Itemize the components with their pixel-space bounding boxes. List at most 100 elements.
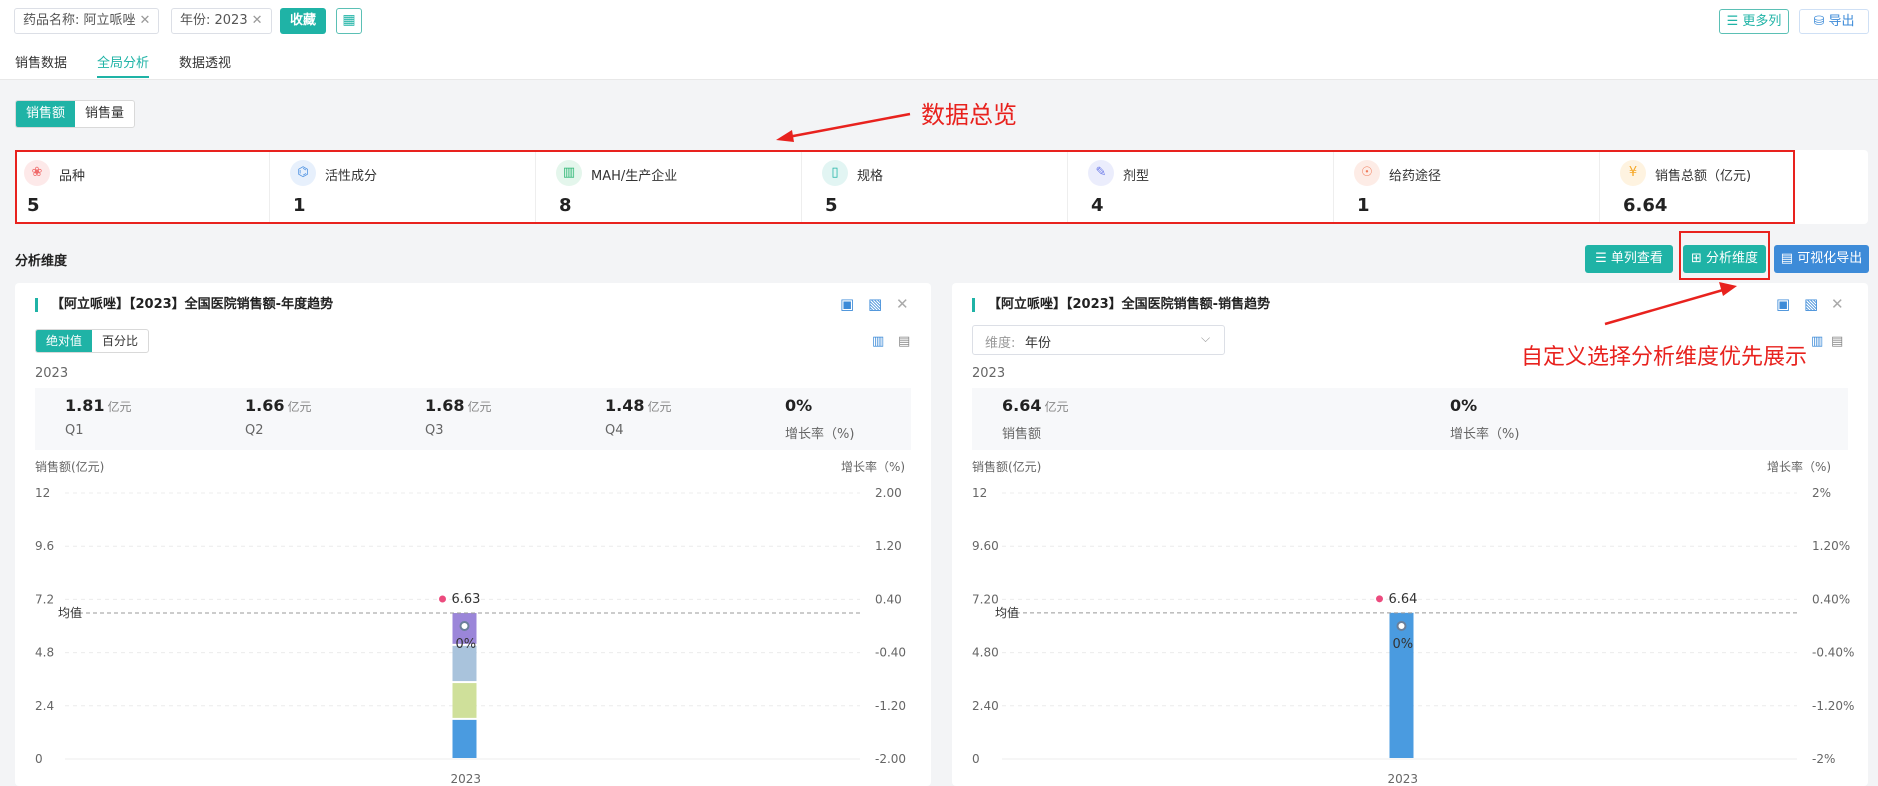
metric-toggle: 销售额 销售量 xyxy=(15,100,136,128)
select-value: 年份 xyxy=(1025,336,1052,351)
kpi-label: 增长率（%) xyxy=(1450,427,1520,442)
y2-tick-label: -0.40% xyxy=(1812,646,1854,660)
x-tick-label: 2023 xyxy=(1388,772,1419,786)
export-button[interactable]: ⛁ 导出 xyxy=(1799,9,1869,34)
database-icon: ⛁ xyxy=(1813,14,1825,29)
y-tick-label: 9.60 xyxy=(972,539,999,553)
chart-export-icon: ▤ xyxy=(1780,251,1794,266)
list-icon: ☰ xyxy=(1726,14,1739,29)
excel-icon[interactable]: ▣ xyxy=(1776,295,1790,313)
total-marker xyxy=(439,595,446,603)
data-label: 6.63 xyxy=(452,592,481,607)
overview-arrow xyxy=(776,112,911,142)
toggle-percent[interactable]: 百分比 xyxy=(92,330,148,352)
visual-export-label: 可视化导出 xyxy=(1797,251,1863,266)
period-label: 2023 xyxy=(972,366,1006,381)
section-title: 分析维度 xyxy=(15,254,68,269)
y2-tick-label: -2.00 xyxy=(875,752,906,766)
tab-pivot[interactable]: 数据透视 xyxy=(179,52,231,71)
bar-segment xyxy=(452,683,477,718)
data-label: 6.64 xyxy=(1389,592,1418,607)
close-icon[interactable]: ✕ xyxy=(896,295,909,313)
excel-icon[interactable]: ▣ xyxy=(840,295,854,313)
y2-tick-label: 0.40% xyxy=(1812,592,1850,606)
growth-point xyxy=(459,621,470,631)
y-tick-label: 4.8 xyxy=(35,646,54,660)
y-tick-label: 4.80 xyxy=(972,646,999,660)
mean-label: 均值 xyxy=(995,605,1019,620)
visual-export-button[interactable]: ▤ 可视化导出 xyxy=(1774,245,1869,273)
right-chart: 0 -2% 2.40 -1.20% 4.80 -0.40% 7.20 0.40% 9.60 1.2… xyxy=(972,486,1854,786)
kpi-unit: 亿元 xyxy=(1044,400,1069,414)
y2-tick-label: 2% xyxy=(1812,486,1831,500)
drug-filter-label: 药品名称: 阿立哌唑 xyxy=(23,13,136,28)
tab-global-analysis[interactable]: 全局分析 xyxy=(97,52,149,71)
document-icon[interactable]: ▤ xyxy=(898,333,910,351)
y-tick-label: 9.6 xyxy=(35,539,54,553)
year-filter-chip[interactable]: 年份: 2023 ✕ xyxy=(171,8,272,34)
single-column-label: 单列查看 xyxy=(1610,251,1663,266)
kpi-label: Q4 xyxy=(605,423,624,438)
kpi-value: 6.64 xyxy=(1002,396,1042,415)
drug-filter-chip[interactable]: 药品名称: 阿立哌唑 ✕ xyxy=(14,8,160,34)
kpi-value: 0% xyxy=(785,396,813,415)
collect-button[interactable]: 收藏 xyxy=(280,8,326,34)
y2-tick-label: -2% xyxy=(1812,752,1835,766)
dimension-arrow xyxy=(1604,282,1737,326)
y2-tick-label: -1.20% xyxy=(1812,699,1854,713)
x-tick-label: 2023 xyxy=(451,772,482,786)
more-columns-button[interactable]: ☰ 更多列 xyxy=(1719,9,1789,34)
calendar-button[interactable]: ▦ xyxy=(336,8,362,34)
kpi-label: Q3 xyxy=(425,423,444,438)
y2-tick-label: 2.00 xyxy=(875,486,902,500)
growth-point xyxy=(1396,621,1407,631)
kpi-value: 1.81 xyxy=(65,396,105,415)
y2-tick-label: 0.40 xyxy=(875,592,902,606)
close-icon[interactable]: ✕ xyxy=(252,13,263,28)
dimension-select[interactable]: 维度: 年份 ⌵ xyxy=(972,325,1225,355)
image-icon[interactable]: ▧ xyxy=(868,295,882,313)
y2-tick-label: 1.20% xyxy=(1812,539,1850,553)
kpi-strip: 1.81 亿元 Q1 1.66 亿元 Q2 1.68 亿元 Q3 1.48 亿元 Q4 0% 增长… xyxy=(35,388,911,450)
calendar-icon: ▦ xyxy=(342,12,356,28)
kpi-value: 1.68 xyxy=(425,396,465,415)
mean-label: 均值 xyxy=(58,605,82,620)
dimension-highlight-box xyxy=(1679,231,1770,280)
y-tick-label: 0 xyxy=(35,752,43,766)
panel-title: 【阿立哌唑】【2023】全国医院销售额-销售趋势 xyxy=(972,298,1270,312)
year-filter-label: 年份: 2023 xyxy=(180,13,248,28)
growth-label: 0% xyxy=(456,637,477,652)
tab-sales-data[interactable]: 销售数据 xyxy=(15,52,67,71)
close-icon[interactable]: ✕ xyxy=(140,13,151,28)
kpi-strip: 6.64 亿元 销售额 0% 增长率（%) xyxy=(972,388,1848,450)
toggle-sales-volume[interactable]: 销售量 xyxy=(75,101,134,127)
y2-tick-label: 1.20 xyxy=(875,539,902,553)
overview-annotation: 数据总览 xyxy=(921,101,1017,129)
document-icon[interactable]: ▤ xyxy=(1831,333,1843,351)
single-column-button[interactable]: ☰ 单列查看 xyxy=(1585,245,1673,273)
close-icon[interactable]: ✕ xyxy=(1831,295,1844,313)
kpi-value: 1.66 xyxy=(245,396,285,415)
bar-chart-icon[interactable]: ▥ xyxy=(1811,333,1823,351)
left-chart: 0 -2.00 2.4 -1.20 4.8 -0.40 7.2 0.40 9.6 1.20 12 2.… xyxy=(35,486,906,786)
total-marker xyxy=(1376,595,1383,603)
image-icon[interactable]: ▧ xyxy=(1804,295,1818,313)
bar-chart-icon[interactable]: ▥ xyxy=(872,333,884,351)
overview-highlight-box xyxy=(15,150,1795,224)
bar-segment xyxy=(452,719,477,758)
y-tick-label: 7.20 xyxy=(972,592,999,606)
more-columns-label: 更多列 xyxy=(1742,14,1782,29)
kpi-unit: 亿元 xyxy=(647,400,672,414)
toggle-sales-amount[interactable]: 销售额 xyxy=(16,101,76,127)
y-tick-label: 7.2 xyxy=(35,592,54,606)
left-chart-panel: 【阿立哌唑】【2023】全国医院销售额-年度趋势 ▣ ▧ ✕ 绝对值 百分比 ▥… xyxy=(15,283,931,786)
y-tick-label: 2.4 xyxy=(35,699,54,713)
panel-title: 【阿立哌唑】【2023】全国医院销售额-年度趋势 xyxy=(35,298,333,312)
active-tab-indicator xyxy=(97,76,149,78)
period-label: 2023 xyxy=(35,366,69,381)
kpi-value: 1.48 xyxy=(605,396,645,415)
growth-label: 0% xyxy=(1393,637,1414,652)
list-icon: ☰ xyxy=(1595,251,1607,266)
kpi-label: Q1 xyxy=(65,423,84,438)
toggle-absolute[interactable]: 绝对值 xyxy=(36,330,93,352)
